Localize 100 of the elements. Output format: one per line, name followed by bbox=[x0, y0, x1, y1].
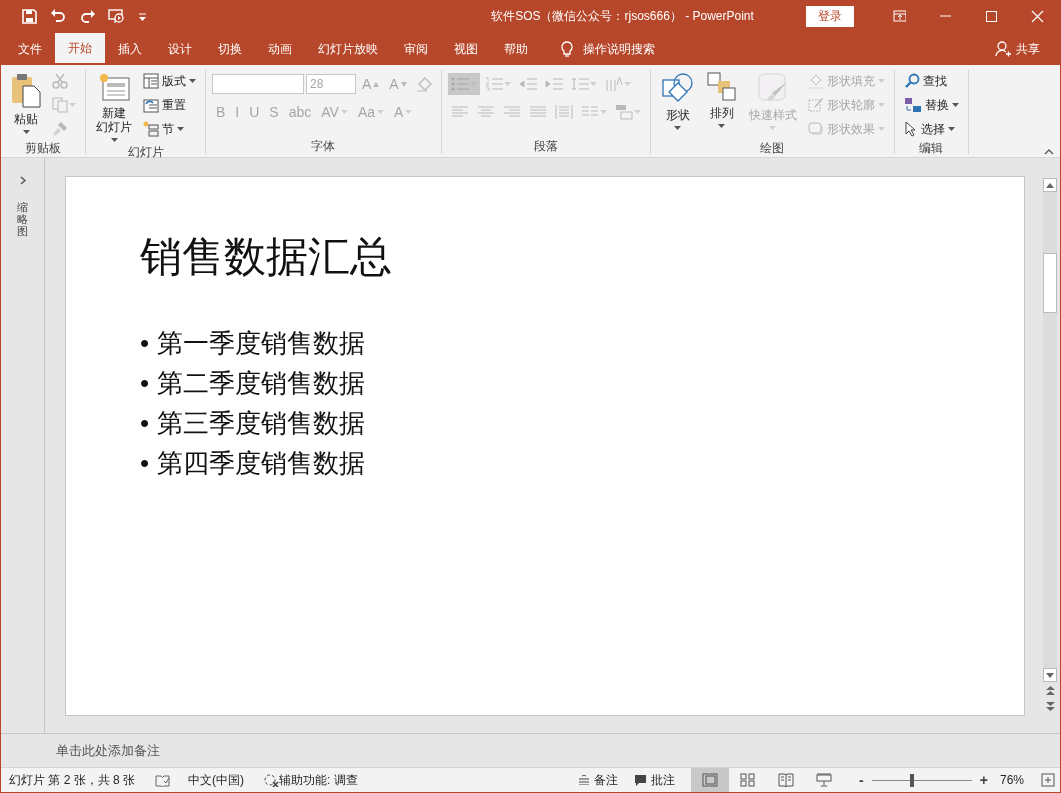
group-label: 字体 bbox=[310, 138, 337, 154]
new-slide-icon bbox=[98, 72, 130, 102]
caret-icon bbox=[377, 110, 385, 114]
login-button[interactable]: 登录 bbox=[806, 6, 854, 27]
caret-icon bbox=[633, 110, 641, 114]
notes-placeholder[interactable]: 单击此处添加备注 bbox=[56, 741, 160, 760]
caret-icon bbox=[69, 103, 76, 107]
caret-icon bbox=[189, 79, 196, 83]
caret-icon bbox=[623, 82, 631, 86]
tell-me-search[interactable]: 操作说明搜索 bbox=[555, 33, 661, 65]
bullet-text[interactable]: 第二季度销售数据 bbox=[157, 363, 366, 403]
bullet-text[interactable]: 第四季度销售数据 bbox=[157, 443, 366, 483]
copy-icon bbox=[52, 97, 68, 113]
person-add-icon bbox=[995, 41, 1012, 57]
brush-icon bbox=[756, 72, 789, 104]
ribbon-button[interactable]: 粘贴 bbox=[7, 70, 45, 136]
caret-icon bbox=[599, 110, 607, 114]
normal-view-icon bbox=[702, 773, 719, 787]
ribbon-button[interactable]: 版式 bbox=[140, 70, 199, 92]
caret-icon bbox=[405, 110, 413, 114]
caret-icon bbox=[877, 79, 885, 83]
caret-icon bbox=[340, 110, 348, 114]
slide-counter: 幻灯片 第 2 张，共 8 张 bbox=[9, 771, 136, 789]
ribbon-tab[interactable]: 文件 bbox=[5, 33, 55, 65]
fit-window-icon bbox=[1041, 773, 1055, 787]
ribbon-tab[interactable]: 动画 bbox=[255, 33, 305, 65]
ribbon-button[interactable]: 查找 bbox=[900, 70, 962, 92]
caret-icon bbox=[951, 103, 959, 107]
arrow-down-icon bbox=[1046, 672, 1054, 678]
thumbnails-label[interactable]: 缩略图 bbox=[17, 201, 28, 238]
save-button[interactable] bbox=[19, 6, 40, 27]
zoom-out-button[interactable]: - bbox=[855, 772, 868, 788]
bullet-marker: • bbox=[140, 367, 150, 400]
ribbon-tab[interactable]: 开始 bbox=[55, 33, 105, 63]
ribbon-tab[interactable]: 切换 bbox=[205, 33, 255, 65]
scroll-up-button[interactable] bbox=[1043, 178, 1057, 192]
notes-lines-icon bbox=[578, 775, 591, 785]
group-label: 绘图 bbox=[759, 140, 786, 156]
ribbon-tab[interactable]: 插入 bbox=[105, 33, 155, 65]
presentation-icon bbox=[108, 8, 125, 25]
lightbulb-icon bbox=[561, 40, 573, 58]
ribbon-button[interactable]: 选择 bbox=[900, 118, 962, 140]
zoom-percent[interactable]: 76% bbox=[999, 773, 1024, 787]
ribbon-button[interactable]: 重置 bbox=[140, 94, 199, 116]
comments-button[interactable]: 批注 bbox=[634, 771, 676, 789]
accessibility-icon bbox=[264, 773, 280, 787]
group-label: 段落 bbox=[532, 138, 559, 154]
caret-icon bbox=[589, 82, 597, 86]
arrow-up-icon bbox=[1046, 182, 1054, 188]
ribbon-display-icon bbox=[892, 10, 906, 23]
align-center-icon bbox=[476, 105, 495, 119]
ribbon-button[interactable]: 形状 bbox=[656, 70, 699, 132]
bullet-list-icon bbox=[450, 77, 469, 91]
cursor-icon bbox=[903, 121, 918, 137]
layout-icon bbox=[143, 73, 159, 89]
caret-icon bbox=[877, 127, 885, 131]
bullet-text[interactable]: 第三季度销售数据 bbox=[157, 403, 366, 443]
ribbon-button[interactable]: 新建 幻灯片 bbox=[92, 70, 136, 144]
ribbon-tab[interactable]: 幻灯片放映 bbox=[305, 33, 391, 65]
accessibility-status[interactable]: 辅助功能: 调查 bbox=[279, 771, 358, 789]
ribbon-tab[interactable]: 帮助 bbox=[491, 33, 541, 65]
slide-title[interactable]: 销售数据汇总 bbox=[140, 229, 1024, 285]
scroll-down-button[interactable] bbox=[1043, 668, 1057, 682]
arrange-icon bbox=[706, 72, 737, 102]
bullet-marker: • bbox=[140, 407, 150, 440]
caret-icon bbox=[503, 82, 511, 86]
book-check-icon bbox=[155, 773, 171, 787]
caret-icon bbox=[877, 103, 885, 107]
caret-icon bbox=[110, 138, 118, 142]
align-left-icon bbox=[450, 105, 469, 119]
zoom-slider-thumb[interactable] bbox=[909, 773, 914, 787]
scrollbar-thumb[interactable] bbox=[1043, 253, 1057, 313]
ribbon-button[interactable]: 排列 bbox=[702, 70, 741, 130]
window-title: 软件SOS（微信公众号：rjsos666） - PowerPoint bbox=[490, 8, 755, 25]
caret-icon bbox=[177, 127, 184, 131]
notes-button[interactable]: 备注 bbox=[578, 771, 619, 789]
grow-font-icon bbox=[373, 81, 380, 87]
language-label[interactable]: 中文(中国) bbox=[188, 771, 245, 789]
group-label: 编辑 bbox=[918, 140, 945, 156]
double-down-icon bbox=[1045, 701, 1055, 711]
ribbon-tab[interactable]: 视图 bbox=[441, 33, 491, 65]
collapse-icon[interactable] bbox=[1044, 149, 1054, 155]
caret-icon bbox=[22, 130, 30, 134]
view-button[interactable] bbox=[691, 768, 730, 792]
ribbon-tab[interactable]: 设计 bbox=[155, 33, 205, 65]
caret-icon bbox=[947, 127, 955, 131]
decrease-indent-icon bbox=[518, 77, 537, 91]
search-icon bbox=[903, 73, 920, 89]
ribbon-tab[interactable]: 审阅 bbox=[391, 33, 441, 65]
ribbon-button[interactable]: 替换 bbox=[900, 94, 962, 116]
shapes-icon bbox=[660, 72, 695, 104]
replace-icon bbox=[903, 97, 922, 113]
bullet-text[interactable]: 第一季度销售数据 bbox=[157, 323, 366, 363]
ribbon-button[interactable]: 节 bbox=[140, 118, 199, 140]
grid-view-icon bbox=[740, 773, 757, 787]
share-button[interactable]: 共享 bbox=[989, 33, 1046, 65]
zoom-in-button[interactable]: + bbox=[975, 772, 992, 788]
caret-icon bbox=[769, 126, 777, 130]
columns-icon bbox=[580, 105, 599, 119]
brush-icon bbox=[52, 121, 68, 137]
